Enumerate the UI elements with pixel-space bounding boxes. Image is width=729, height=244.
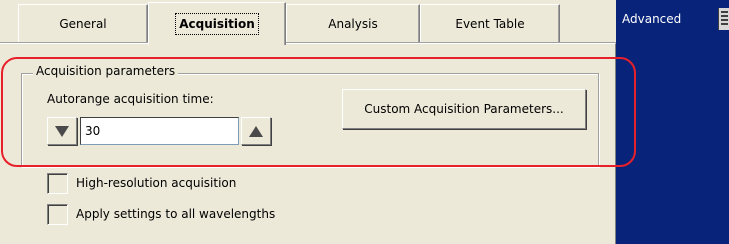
high-resolution-label: High-resolution acquisition (76, 176, 237, 190)
tab-label: Acquisition (175, 13, 259, 35)
custom-acquisition-parameters-button[interactable]: Custom Acquisition Parameters... (342, 89, 586, 129)
tab-label: Event Table (455, 16, 525, 31)
acquisition-time-input[interactable]: 30 (80, 117, 239, 145)
tab-label: Analysis (328, 16, 378, 31)
triangle-up-icon (249, 125, 263, 137)
high-resolution-checkbox[interactable] (47, 173, 68, 194)
autorange-label: Autorange acquisition time: (47, 92, 214, 106)
decrement-button[interactable] (47, 117, 77, 145)
apply-all-wavelengths-checkbox[interactable] (47, 204, 68, 225)
group-legend: Acquisition parameters (33, 64, 179, 78)
tab-event-table[interactable]: Event Table (420, 4, 560, 42)
grip-icon[interactable] (718, 8, 729, 30)
increment-button[interactable] (241, 117, 271, 145)
apply-all-wavelengths-label: Apply settings to all wavelengths (76, 207, 276, 221)
advanced-label[interactable]: Advanced (622, 12, 681, 26)
triangle-down-icon (55, 125, 69, 137)
tab-analysis[interactable]: Analysis (286, 4, 420, 42)
button-label: Custom Acquisition Parameters... (364, 102, 564, 116)
side-panel (616, 0, 729, 244)
tab-acquisition[interactable]: Acquisition (148, 2, 286, 45)
tab-label: General (59, 16, 107, 31)
tab-general[interactable]: General (18, 4, 148, 42)
